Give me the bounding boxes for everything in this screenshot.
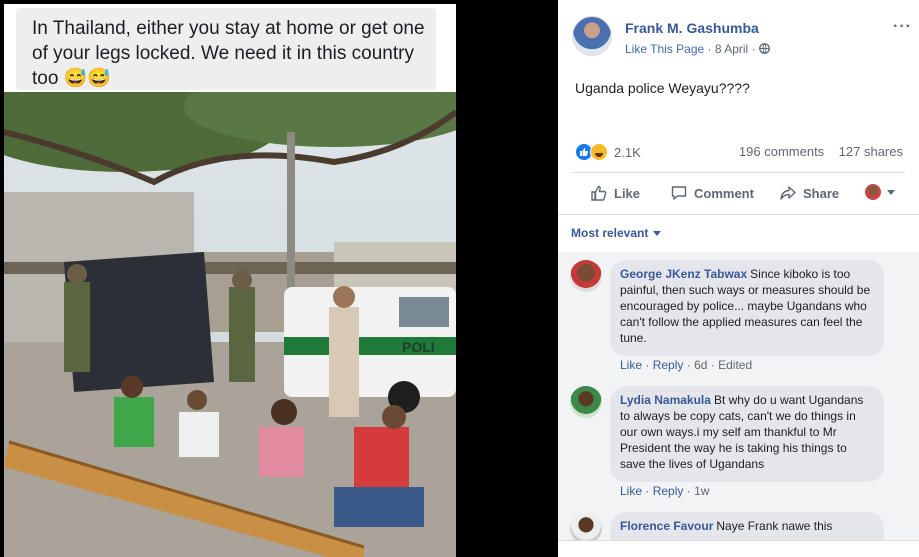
- reaction-profile-selector[interactable]: [865, 184, 895, 200]
- shares-count[interactable]: 127 shares: [839, 144, 903, 159]
- meta-dot: ·: [686, 358, 695, 372]
- like-label: Like: [614, 185, 641, 201]
- more-options-icon[interactable]: ···: [893, 18, 912, 36]
- comments-count[interactable]: 196 comments: [739, 144, 824, 159]
- thumbs-up-icon: [591, 185, 607, 201]
- comment-label: Comment: [694, 185, 754, 201]
- comment-bubble-icon: [671, 186, 687, 200]
- like-button[interactable]: Like: [590, 184, 640, 202]
- share-button[interactable]: Share: [779, 184, 839, 202]
- post-date[interactable]: 8 April: [715, 42, 748, 56]
- profile-avatar: [865, 184, 881, 200]
- globe-icon: [758, 43, 770, 54]
- comment-reply-link[interactable]: Reply: [653, 484, 684, 498]
- like-page-link[interactable]: Like This Page: [625, 42, 704, 56]
- meme-caption: In Thailand, either you stay at home or …: [16, 8, 436, 90]
- post-panel: Frank M. Gashumba Like This Page · 8 Apr…: [558, 0, 919, 557]
- meme-photo: POLI: [4, 92, 456, 557]
- engagement-counts: 196 comments 127 shares: [739, 144, 903, 159]
- comment-text: Naye Frank nawe this: [716, 519, 833, 533]
- page-avatar[interactable]: [572, 16, 612, 56]
- comment-bubble: George JKenz Tabwax Since kiboko is too p…: [610, 260, 884, 356]
- comment-input-dock: [558, 540, 919, 557]
- comment-sort-dropdown[interactable]: Most relevant: [571, 226, 662, 240]
- share-arrow-icon: [780, 186, 796, 200]
- commenter-avatar[interactable]: [570, 386, 602, 418]
- comment-button[interactable]: Comment: [670, 184, 754, 202]
- comment-meta: Like · Reply · 6d · Edited: [620, 358, 752, 372]
- meme-image: In Thailand, either you stay at home or …: [4, 4, 456, 557]
- chevron-down-icon: [887, 189, 895, 195]
- commenter-name[interactable]: Florence Favour: [620, 519, 713, 533]
- count-gap: [828, 144, 835, 159]
- comment-like-link[interactable]: Like: [620, 484, 642, 498]
- commenter-name[interactable]: Lydia Namakula: [620, 393, 711, 407]
- commenter-avatar[interactable]: [570, 260, 602, 292]
- photo-viewer: In Thailand, either you stay at home or …: [0, 0, 558, 557]
- divider: [572, 172, 905, 173]
- comment-bubble: Lydia Namakula Bt why do u want Ugandans …: [610, 386, 884, 482]
- post-text: Uganda police Weyayu????: [575, 80, 750, 96]
- comment-time[interactable]: 1w: [694, 484, 709, 498]
- comment-time[interactable]: 6d: [694, 358, 707, 372]
- chevron-down-icon: [653, 230, 662, 236]
- reaction-count: 2.1K: [614, 144, 641, 160]
- reactions-summary[interactable]: 2.1K: [575, 142, 641, 162]
- commenter-name[interactable]: George JKenz Tabwax: [620, 267, 747, 281]
- post-header: Frank M. Gashumba Like This Page · 8 Apr…: [572, 16, 912, 60]
- meta-separator-2: ·: [751, 42, 759, 56]
- comment-meta: Like · Reply · 1w: [620, 484, 709, 498]
- post-meta: Like This Page · 8 April ·: [625, 42, 770, 56]
- truck-label: POLI: [402, 339, 435, 355]
- street-scene-illustration: POLI: [4, 92, 456, 557]
- divider: [558, 214, 919, 215]
- meta-separator: ·: [707, 42, 715, 56]
- comment-reply-link[interactable]: Reply: [653, 358, 684, 372]
- comment-like-link[interactable]: Like: [620, 358, 642, 372]
- comment-edited: Edited: [718, 358, 753, 372]
- share-label: Share: [803, 185, 840, 201]
- meta-dot: ·: [645, 484, 653, 498]
- meta-dot: ·: [645, 358, 653, 372]
- action-bar: Like Comment Share: [572, 180, 905, 206]
- comment-sort-label: Most relevant: [571, 226, 649, 240]
- page-name[interactable]: Frank M. Gashumba: [625, 20, 759, 36]
- haha-reaction-icon: [590, 143, 608, 161]
- comments-list: George JKenz Tabwax Since kiboko is too p…: [558, 252, 919, 557]
- meta-dot: ·: [686, 484, 695, 498]
